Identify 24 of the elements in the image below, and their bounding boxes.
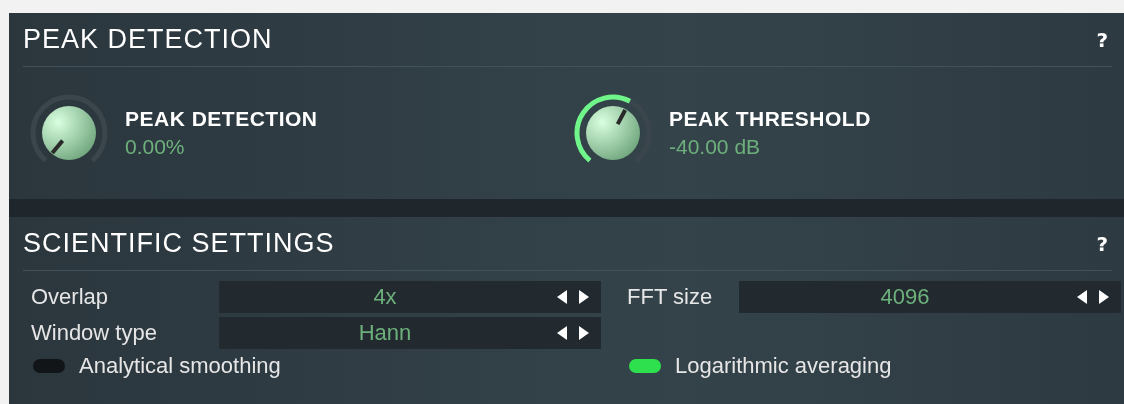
help-button[interactable]: ? <box>1096 231 1112 256</box>
left-arrow-icon[interactable] <box>1075 289 1089 305</box>
selector-field[interactable]: 4x <box>219 281 601 313</box>
knob-value: -40.00 dB <box>669 135 762 159</box>
selector-field[interactable]: 4096 <box>739 281 1121 313</box>
field-label: FFT size <box>626 284 714 310</box>
knob-value: 0.00% <box>125 135 186 159</box>
field-label: Window type <box>30 320 158 346</box>
help-button[interactable]: ? <box>1096 27 1112 52</box>
right-arrow-icon[interactable] <box>1097 289 1111 305</box>
toggle-label: Logarithmic averaging <box>675 353 892 379</box>
knob-label: PEAK THRESHOLD <box>669 107 871 131</box>
toggle-switch[interactable] <box>629 359 661 373</box>
left-arrow-icon[interactable] <box>555 289 569 305</box>
left-arrow-icon[interactable] <box>555 325 569 341</box>
field-label: Overlap <box>30 284 110 310</box>
knob-label: PEAK DETECTION <box>125 107 318 131</box>
right-arrow-icon[interactable] <box>577 325 591 341</box>
section-title: PEAK DETECTION <box>23 24 273 55</box>
right-arrow-icon[interactable] <box>577 289 591 305</box>
section-title: SCIENTIFIC SETTINGS <box>23 228 335 259</box>
toggle-switch[interactable] <box>33 359 65 373</box>
toggle-label: Analytical smoothing <box>79 353 281 379</box>
selector-field[interactable]: Hann <box>219 317 601 349</box>
